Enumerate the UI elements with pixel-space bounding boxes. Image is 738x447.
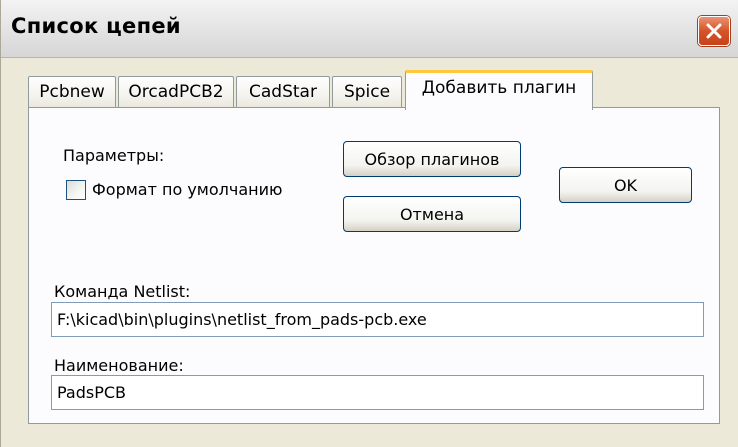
tab-label: Pcbnew [39,82,105,102]
tab-label: Добавить плагин [421,78,577,98]
tab-add-plugin[interactable]: Добавить плагин [405,70,593,110]
window-title: Список цепей [11,14,181,38]
params-label: Параметры: [63,146,165,165]
tab-cadstar[interactable]: CadStar [236,76,330,108]
tab-orcadpcb2[interactable]: OrcadPCB2 [118,76,234,108]
netlist-command-input[interactable]: F:\kicad\bin\plugins\netlist_from_pads-p… [51,302,704,337]
name-input[interactable]: PadsPCB [51,375,704,410]
default-format-checkbox[interactable] [66,180,86,200]
close-icon [706,23,722,39]
tab-label: Spice [343,82,391,102]
tab-pcbnew[interactable]: Pcbnew [28,76,116,108]
netlist-command-label: Команда Netlist: [54,282,191,301]
tab-label: OrcadPCB2 [128,82,224,102]
netlist-dialog: Список цепей Pcbnew OrcadPCB2 CadStar Sp… [0,0,738,447]
title-bar[interactable]: Список цепей [1,0,738,58]
tab-label: CadStar [249,82,317,102]
close-button[interactable] [698,16,730,46]
ok-button[interactable]: OK [559,167,692,203]
browse-plugins-button[interactable]: Обзор плагинов [343,141,521,177]
name-label: Наименование: [54,356,184,375]
cancel-button[interactable]: Отмена [343,196,521,232]
default-format-label[interactable]: Формат по умолчанию [92,180,282,199]
tab-spice[interactable]: Spice [332,76,402,108]
